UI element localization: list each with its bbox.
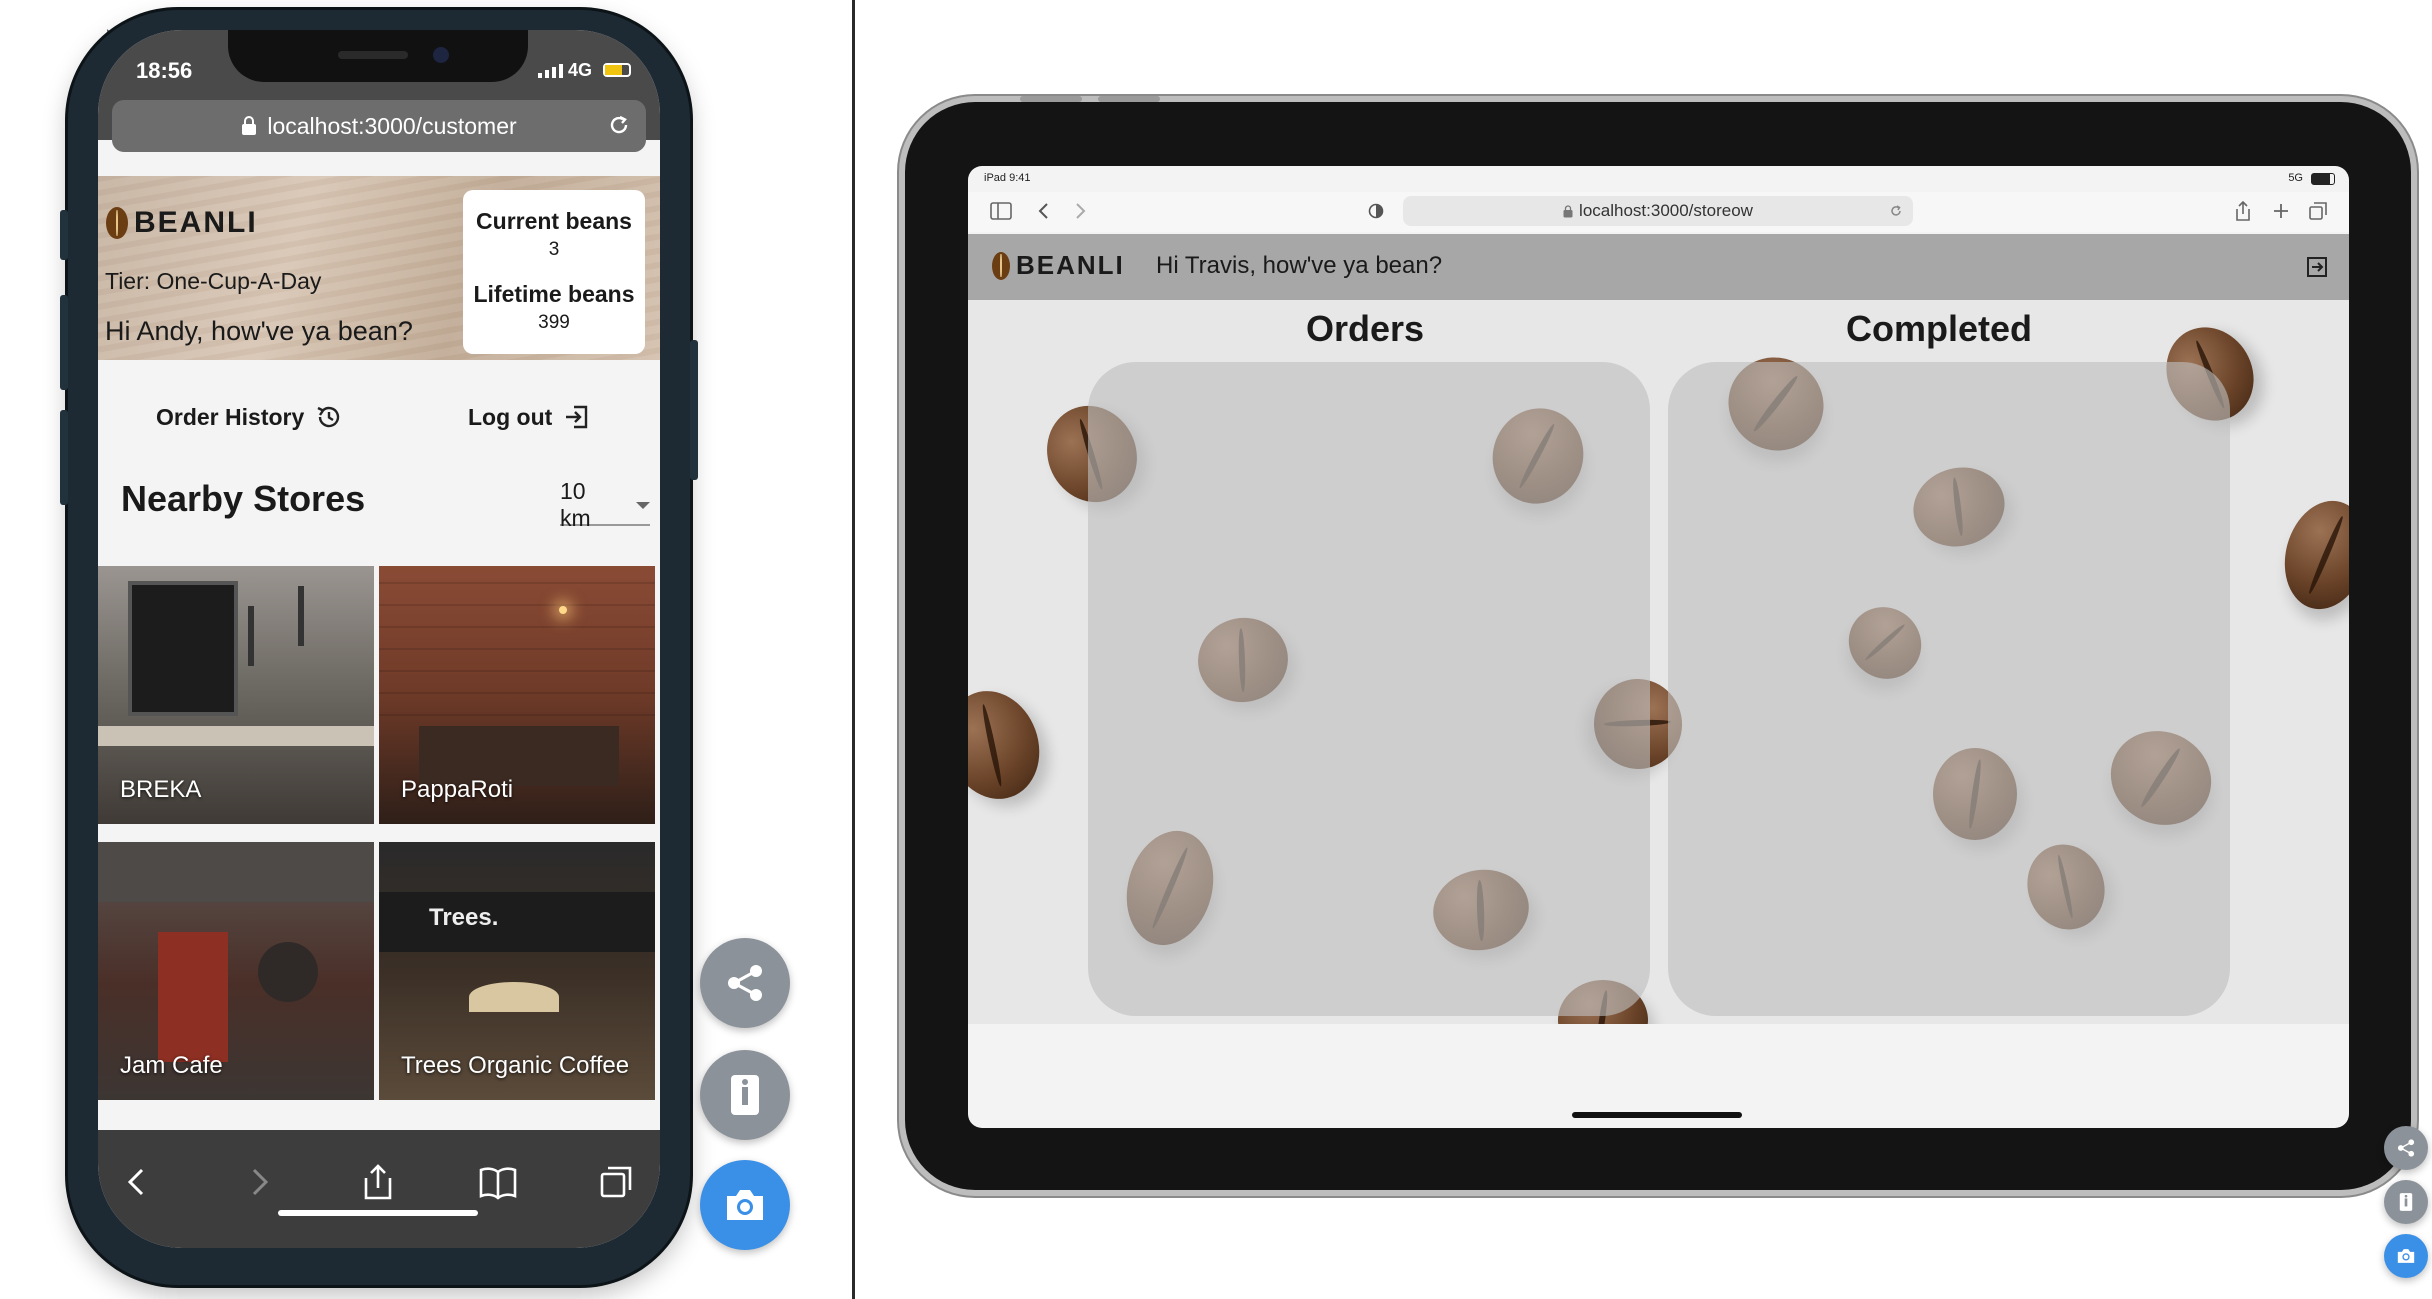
screenshot-button[interactable] (700, 1160, 790, 1250)
beanli-logo[interactable]: BEANLI (106, 206, 258, 240)
completed-title: Completed (1846, 308, 2033, 349)
tablet-address-bar[interactable]: localhost:3000/storeow (1403, 196, 1913, 226)
orders-title: Orders (1306, 308, 1425, 349)
tablet-volume-button-2 (1098, 96, 1160, 102)
chevron-down-icon (636, 501, 650, 509)
logout-icon[interactable] (2305, 255, 2329, 279)
store-card-papparoti[interactable]: PappaRoti (379, 566, 655, 824)
tablet-home-indicator (1572, 1112, 1742, 1118)
current-beans-label: Current beans (476, 208, 632, 234)
notch-speaker (338, 51, 408, 59)
coffee-bean-decoration (2273, 491, 2349, 619)
tablet-battery-icon (2311, 173, 2335, 185)
signal-icon (538, 64, 563, 78)
camera-icon (727, 1190, 763, 1220)
privacy-shield-icon[interactable] (1368, 203, 1384, 219)
phone-time: 18:56 (136, 58, 193, 83)
store-header: BEANLI Hi Travis, how've ya bean? (968, 234, 2349, 300)
tablet-browser-bar: localhost:3000/storeow (968, 192, 2349, 232)
new-tab-icon[interactable] (2272, 202, 2290, 220)
sidebar-icon[interactable] (990, 202, 1012, 220)
phone-address-bar[interactable]: localhost:3000/customer (112, 100, 646, 152)
share-icon (2397, 1139, 2415, 1157)
share-sheet-icon[interactable] (2234, 200, 2252, 222)
safari-toolbar (98, 1130, 660, 1248)
customer-nav: Order History Log out (98, 390, 660, 450)
orders-panel[interactable] (1088, 362, 1650, 1016)
nearby-stores-title: Nearby Stores (121, 478, 366, 519)
store-name: BREKA (120, 776, 202, 803)
network-type: 4G (568, 60, 593, 80)
bean-logo-icon (992, 251, 1010, 280)
share-icon (728, 965, 762, 1001)
order-history-button[interactable]: Order History (156, 402, 344, 432)
phone-power-button (690, 340, 698, 480)
store-card-breka[interactable]: BREKA (98, 566, 374, 824)
front-camera-icon (433, 47, 449, 63)
phone-url-text: localhost:3000/customer (267, 112, 517, 139)
view-divider (852, 0, 855, 1299)
customer-greeting: Hi Andy, how've ya bean? (105, 316, 413, 346)
completed-panel[interactable] (1668, 362, 2230, 1016)
lifetime-beans-label: Lifetime beans (473, 281, 635, 307)
battery-icon (603, 63, 631, 77)
coffee-bean-decoration (968, 677, 1055, 813)
phone-volume-down-button (60, 410, 68, 505)
bean-logo-icon (106, 207, 128, 239)
lock-icon (1563, 204, 1573, 217)
back-icon[interactable] (1036, 202, 1052, 220)
bookmarks-icon[interactable] (478, 1162, 518, 1202)
radius-select[interactable]: 10 km (560, 478, 650, 531)
device-info-button[interactable] (700, 1050, 790, 1140)
phone-mute-button (60, 210, 68, 260)
beans-card: Current beans 3 Lifetime beans 399 (463, 190, 645, 354)
current-beans-value: 3 (548, 239, 560, 260)
reload-icon[interactable] (606, 112, 632, 138)
forward-icon[interactable] (1072, 202, 1088, 220)
camera-icon (2397, 1249, 2415, 1263)
device-icon (731, 1075, 759, 1115)
tablet-screen: iPad 9:41 5G localhost:3000/storeow BEAN… (968, 166, 2349, 1128)
phone-screen: 18:56 4G localhost:3000/customer BEANLI … (98, 30, 660, 1248)
history-icon (317, 406, 340, 428)
device-icon (2399, 1193, 2413, 1211)
store-name: Jam Cafe (120, 1052, 223, 1079)
lock-icon (242, 116, 257, 135)
tabs-icon[interactable] (596, 1162, 636, 1202)
store-card-trees-organic-coffee[interactable]: Trees. Trees Organic Coffee (379, 842, 655, 1100)
share-button[interactable] (700, 938, 790, 1028)
home-indicator (278, 1210, 478, 1216)
tablet-screenshot-button[interactable] (2384, 1234, 2428, 1278)
tablet-time: iPad 9:41 (984, 172, 1031, 184)
store-greeting: Hi Travis, how've ya bean? (1156, 252, 1443, 279)
store-card-jam-cafe[interactable]: Jam Cafe (98, 842, 374, 1100)
tier-label: Tier: One-Cup-A-Day (105, 268, 322, 294)
store-name: Trees Organic Coffee (401, 1052, 630, 1079)
forward-icon[interactable] (238, 1162, 278, 1202)
logout-button[interactable]: Log out (468, 402, 592, 432)
share-sheet-icon[interactable] (358, 1162, 398, 1202)
back-icon[interactable] (118, 1162, 158, 1202)
logout-icon (566, 405, 588, 429)
store-board: Orders Completed (968, 300, 2349, 1024)
tablet-network: 5G (2288, 172, 2303, 184)
tablet-status-bar: iPad 9:41 5G (968, 166, 2349, 192)
beanli-logo[interactable]: BEANLI (992, 250, 1125, 281)
tablet-device-info-button[interactable] (2384, 1180, 2428, 1224)
phone-notch (228, 30, 528, 82)
lifetime-beans-value: 399 (538, 312, 570, 333)
reload-icon[interactable] (1889, 204, 1903, 218)
phone-volume-up-button (60, 295, 68, 390)
tablet-url-text: localhost:3000/storeow (1579, 201, 1753, 220)
store-name: PappaRoti (401, 776, 514, 803)
tabs-icon[interactable] (2308, 201, 2328, 221)
tablet-volume-button (1020, 96, 1082, 102)
tablet-share-button[interactable] (2384, 1126, 2428, 1170)
